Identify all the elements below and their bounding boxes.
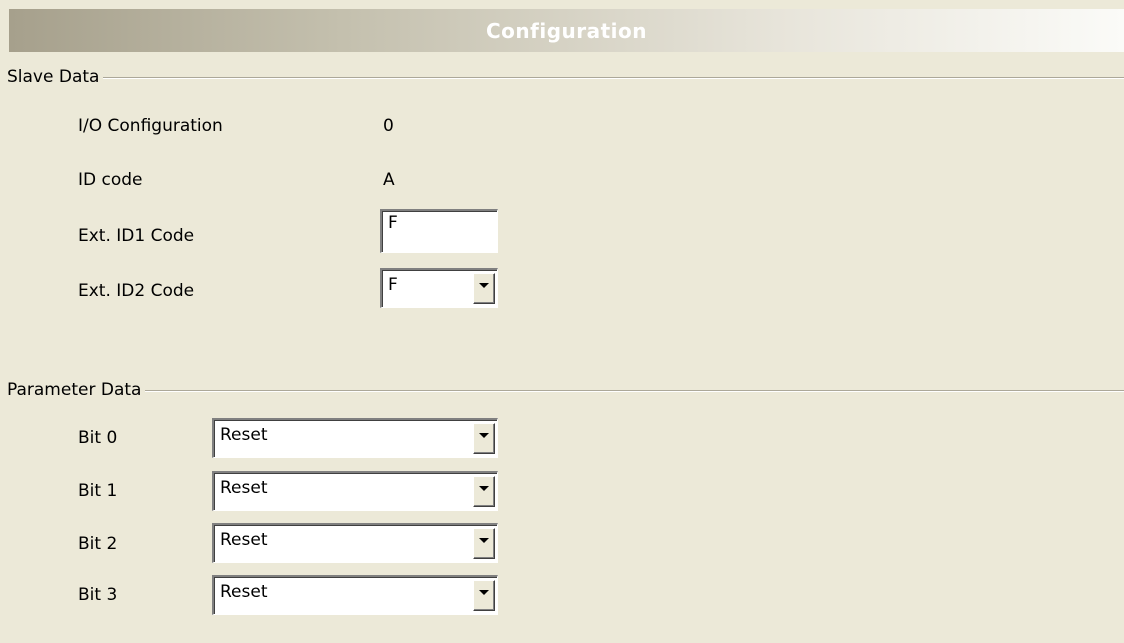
bit-2-dropdown-button[interactable] <box>473 528 495 559</box>
bit-0-label: Bit 0 <box>78 428 118 448</box>
bit-1-dropdown[interactable]: Reset <box>212 471 498 511</box>
bit-0-dropdown-button[interactable] <box>473 423 495 454</box>
bit-1-dropdown-button[interactable] <box>473 476 495 507</box>
ext-id2-code-dropdown-button[interactable] <box>473 273 495 304</box>
bit-3-selected: Reset <box>220 582 268 602</box>
ext-id2-code-label: Ext. ID2 Code <box>78 281 195 301</box>
slave-data-section-label: Slave Data <box>7 67 104 87</box>
chevron-down-icon <box>479 590 489 595</box>
ext-id2-code-dropdown[interactable]: F <box>380 268 498 308</box>
bit-3-label: Bit 3 <box>78 585 118 605</box>
id-code-value: A <box>383 170 395 190</box>
io-configuration-value: 0 <box>383 116 394 136</box>
chevron-down-icon <box>479 433 489 438</box>
bit-2-label: Bit 2 <box>78 534 118 554</box>
page-title: Configuration <box>485 19 648 43</box>
bit-3-dropdown-button[interactable] <box>473 580 495 611</box>
bit-0-dropdown[interactable]: Reset <box>212 418 498 458</box>
ext-id1-code-field[interactable]: F <box>380 209 498 253</box>
slave-data-divider <box>7 77 1124 79</box>
bit-2-selected: Reset <box>220 530 268 550</box>
id-code-label: ID code <box>78 170 143 190</box>
chevron-down-icon <box>479 283 489 288</box>
chevron-down-icon <box>479 486 489 491</box>
chevron-down-icon <box>479 538 489 543</box>
bit-0-selected: Reset <box>220 425 268 445</box>
io-configuration-label: I/O Configuration <box>78 116 223 136</box>
parameter-data-section-label: Parameter Data <box>7 380 146 400</box>
bit-1-label: Bit 1 <box>78 481 118 501</box>
bit-3-dropdown[interactable]: Reset <box>212 575 498 615</box>
ext-id2-code-selected: F <box>388 275 398 295</box>
ext-id1-code-label: Ext. ID1 Code <box>78 226 195 246</box>
bit-2-dropdown[interactable]: Reset <box>212 523 498 563</box>
header-bar: Configuration <box>9 9 1124 52</box>
parameter-data-divider <box>7 390 1124 392</box>
bit-1-selected: Reset <box>220 478 268 498</box>
